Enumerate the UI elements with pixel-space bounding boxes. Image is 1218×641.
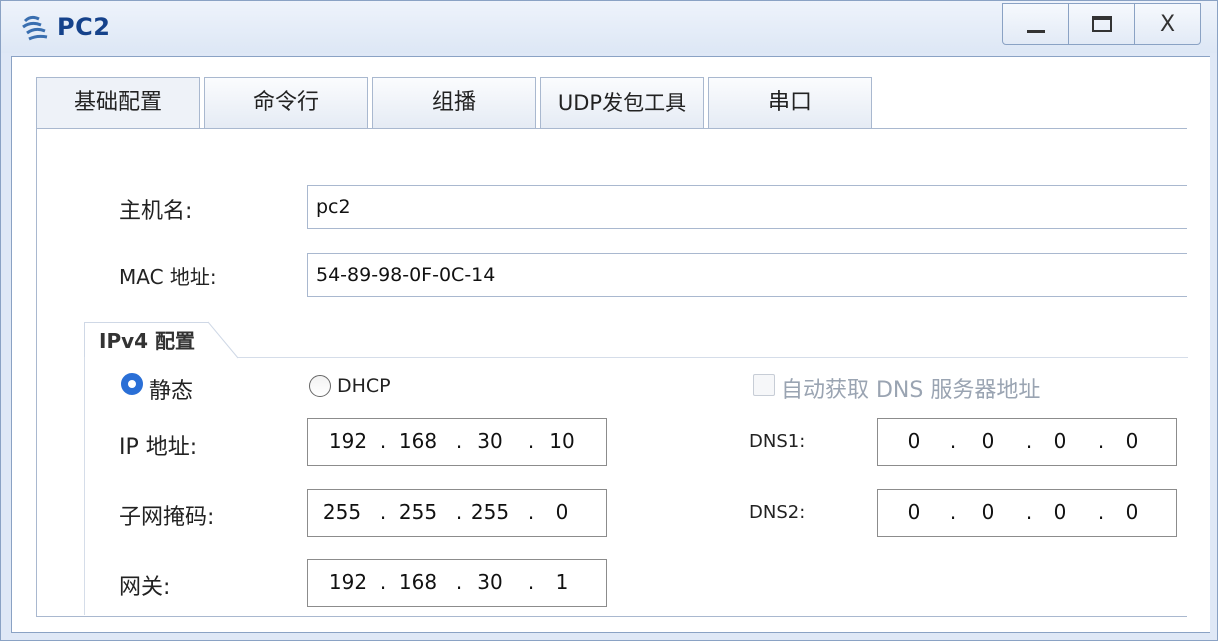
dns1-label: DNS1: [749, 431, 806, 452]
ip-octet: 30 [477, 429, 503, 453]
ip-dot: . [455, 570, 463, 594]
ipv4-group-title: IPv4 配置 [84, 322, 209, 359]
subnet-mask-input[interactable]: 255 . 255 . 255 . 0 [307, 489, 607, 537]
close-button[interactable]: X [1135, 4, 1200, 44]
mask-octet: 255 [398, 500, 438, 524]
pc2-window: PC2 X 基础配置 命令行 组播 UDP发包工具 串口 主机名: pc2 MA… [0, 0, 1218, 641]
dns2-octet: 0 [981, 500, 995, 524]
dns2-octet: 0 [1125, 500, 1139, 524]
dns1-octet: 0 [1125, 429, 1139, 453]
dns1-input[interactable]: 0 . 0 . 0 . 0 [877, 418, 1177, 466]
gateway-input[interactable]: 192 . 168 . 30 . 1 [307, 559, 607, 607]
static-radio[interactable] [121, 373, 143, 395]
auto-dns-checkbox[interactable] [753, 374, 775, 396]
ip-octet: 168 [398, 429, 438, 453]
ip-dot: . [527, 570, 535, 594]
window-title: PC2 [57, 13, 111, 41]
group-tab-slant [208, 321, 239, 359]
ip-dot: . [1097, 429, 1105, 453]
dns2-label: DNS2: [749, 502, 806, 523]
hostname-input[interactable]: pc2 [307, 185, 1187, 229]
ip-dot: . [455, 429, 463, 453]
window-controls: X [1002, 3, 1201, 45]
pc-icon [22, 15, 48, 41]
gateway-octet: 1 [555, 570, 569, 594]
ip-dot: . [379, 500, 387, 524]
dhcp-radio[interactable] [309, 375, 331, 397]
gateway-octet: 192 [328, 570, 368, 594]
dns2-octet: 0 [907, 500, 921, 524]
ip-dot: . [527, 429, 535, 453]
minimize-icon [1027, 30, 1045, 33]
ip-octet: 10 [549, 429, 575, 453]
maximize-button[interactable] [1069, 4, 1135, 44]
ip-dot: . [379, 570, 387, 594]
gateway-octet: 30 [477, 570, 503, 594]
dns2-input[interactable]: 0 . 0 . 0 . 0 [877, 489, 1177, 537]
mask-octet: 0 [555, 500, 569, 524]
group-left-border [84, 357, 85, 615]
ip-dot: . [379, 429, 387, 453]
tab-udp-tool[interactable]: UDP发包工具 [540, 77, 704, 128]
dns1-octet: 0 [981, 429, 995, 453]
ip-dot: . [1025, 429, 1033, 453]
ip-dot: . [455, 500, 463, 524]
auto-dns-label: 自动获取 DNS 服务器地址 [781, 378, 1041, 403]
minimize-button[interactable] [1003, 4, 1069, 44]
ip-dot: . [949, 500, 957, 524]
tab-basic-config[interactable]: 基础配置 [36, 77, 200, 129]
window-content: 基础配置 命令行 组播 UDP发包工具 串口 主机名: pc2 MAC 地址: … [11, 56, 1210, 633]
ip-dot: . [527, 500, 535, 524]
mask-octet: 255 [322, 500, 362, 524]
tab-serial[interactable]: 串口 [708, 77, 872, 128]
ip-dot: . [949, 429, 957, 453]
tab-command-line[interactable]: 命令行 [204, 77, 368, 128]
dhcp-label: DHCP [337, 375, 391, 397]
mask-label: 子网掩码: [119, 505, 215, 530]
mask-octet: 255 [470, 500, 510, 524]
tab-multicast[interactable]: 组播 [372, 77, 536, 128]
hostname-label: 主机名: [119, 199, 193, 224]
close-icon: X [1159, 11, 1176, 37]
maximize-icon [1091, 16, 1112, 32]
gateway-label: 网关: [119, 575, 171, 600]
ip-dot: . [1025, 500, 1033, 524]
static-label: 静态 [149, 379, 194, 404]
ip-address-input[interactable]: 192 . 168 . 30 . 10 [307, 418, 607, 466]
title-bar[interactable]: PC2 X [1, 1, 1217, 53]
dns1-octet: 0 [1053, 429, 1067, 453]
group-divider [238, 357, 1188, 358]
basic-config-panel: 主机名: pc2 MAC 地址: 54-89-98-0F-0C-14 IPv4 … [36, 128, 1188, 617]
mac-input[interactable]: 54-89-98-0F-0C-14 [307, 253, 1187, 297]
dns1-octet: 0 [907, 429, 921, 453]
gateway-octet: 168 [398, 570, 438, 594]
ip-label: IP 地址: [119, 435, 198, 460]
ip-octet: 192 [328, 429, 368, 453]
mac-label: MAC 地址: [119, 265, 217, 289]
ip-dot: . [1097, 500, 1105, 524]
dns2-octet: 0 [1053, 500, 1067, 524]
